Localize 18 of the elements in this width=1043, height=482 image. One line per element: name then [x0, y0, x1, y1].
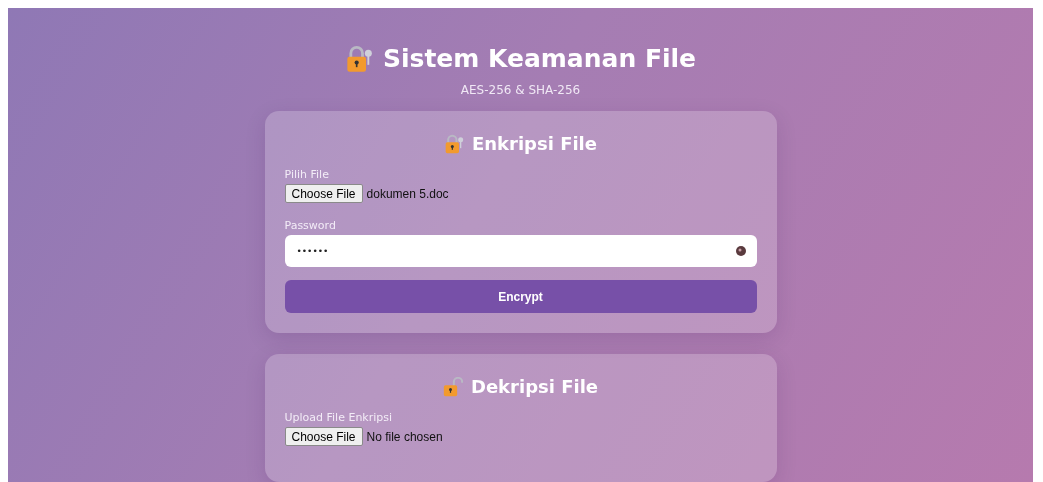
choose-file-button[interactable]: Choose File — [284, 427, 363, 446]
lock-key-icon — [344, 44, 373, 73]
password-field[interactable]: •••••• — [284, 235, 757, 267]
page-title: Sistem Keamanan File — [382, 44, 697, 73]
unlocked-padlock-icon — [442, 376, 463, 397]
file-name: dokumen 5.doc — [366, 186, 449, 201]
card-title: Enkripsi File — [472, 133, 597, 154]
card-title: Dekripsi File — [470, 376, 598, 397]
field-label: Upload File Enkripsi — [284, 411, 393, 424]
page-subtitle: AES-256 & SHA-256 — [460, 83, 581, 97]
eye-icon[interactable] — [734, 245, 747, 257]
file-name: No file chosen — [366, 429, 443, 444]
choose-file-button[interactable]: Choose File — [284, 184, 363, 203]
password-value: •••••• — [296, 246, 329, 256]
lock-key-icon — [444, 133, 464, 154]
encrypt-button[interactable]: Encrypt — [284, 280, 757, 313]
field-label: Pilih File — [284, 168, 329, 181]
field-label: Password — [284, 219, 336, 232]
